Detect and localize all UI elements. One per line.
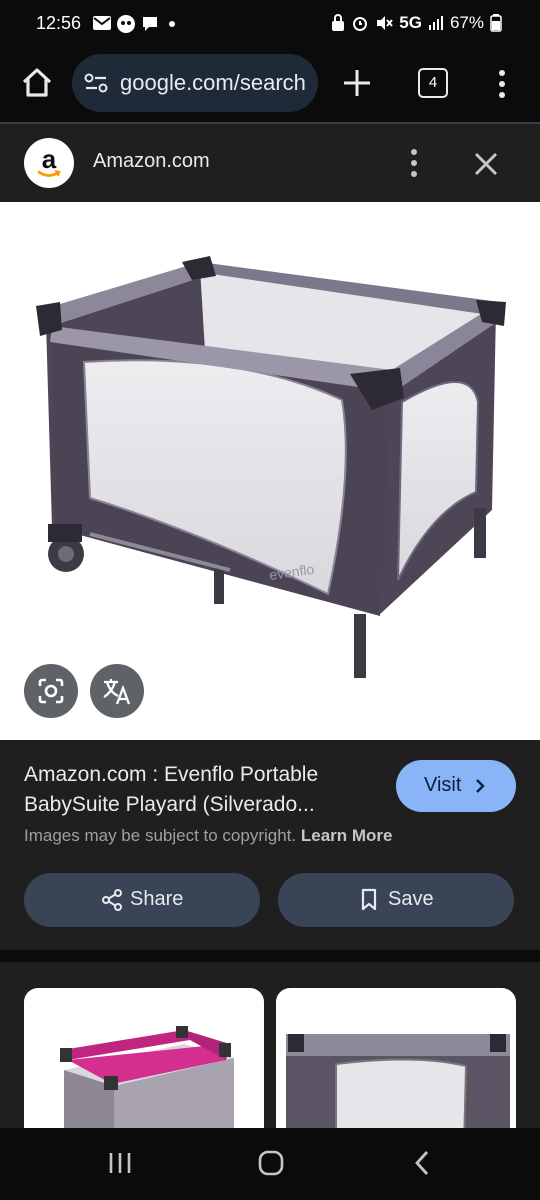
playard-illustration: evenflo xyxy=(36,256,506,678)
bookmark-icon xyxy=(361,888,377,911)
more-options-icon[interactable] xyxy=(404,146,424,180)
related-images xyxy=(0,962,540,1128)
alarm-icon xyxy=(353,17,368,31)
amazon-logo-icon: a xyxy=(24,138,74,188)
mail-icon xyxy=(93,16,111,30)
close-icon[interactable] xyxy=(470,148,502,180)
chat-icon xyxy=(143,17,157,31)
battery-label: 67% xyxy=(449,13,484,32)
share-button[interactable]: Share xyxy=(24,873,260,927)
home-icon[interactable] xyxy=(16,62,58,104)
system-nav-bar xyxy=(0,1128,540,1200)
visit-button[interactable]: Visit xyxy=(396,760,516,812)
status-right: 5G 67% xyxy=(331,13,502,33)
status-time: 12:56 xyxy=(36,13,82,33)
tab-switcher-button[interactable]: 4 xyxy=(418,68,448,98)
learn-more-link[interactable]: Learn More xyxy=(301,826,393,845)
overflow-menu-icon[interactable] xyxy=(492,66,512,102)
related-image-card[interactable] xyxy=(24,988,264,1128)
dot-icon xyxy=(169,21,175,27)
translate-button[interactable] xyxy=(90,664,144,718)
result-info: Amazon.com : Evenflo Portable BabySuite … xyxy=(0,740,540,950)
section-gap xyxy=(0,950,540,962)
back-nav-icon[interactable] xyxy=(410,1148,434,1178)
product-image[interactable]: evenflo xyxy=(0,202,540,740)
browser-toolbar: google.com/search 4 xyxy=(0,48,540,122)
save-button[interactable]: Save xyxy=(278,873,514,927)
wrestling-app-icon xyxy=(117,15,135,33)
recent-apps-icon[interactable] xyxy=(106,1150,134,1176)
lens-search-button[interactable] xyxy=(24,664,78,718)
copyright-note: Images may be subject to copyright. Lear… xyxy=(24,826,393,846)
related-image-pink-playard xyxy=(60,1026,234,1128)
site-name[interactable]: Amazon.com xyxy=(93,150,210,173)
result-header: a Amazon.com xyxy=(0,124,540,202)
visit-label: Visit xyxy=(424,774,462,796)
save-label: Save xyxy=(388,888,434,910)
lens-icon xyxy=(38,678,64,704)
site-settings-icon[interactable] xyxy=(84,72,108,94)
battery-icon xyxy=(490,14,502,32)
signal-icon xyxy=(428,16,443,30)
share-label: Share xyxy=(130,888,184,910)
related-image-card[interactable] xyxy=(276,988,516,1128)
chevron-right-icon xyxy=(476,779,485,793)
share-icon xyxy=(102,889,122,911)
address-bar[interactable]: google.com/search xyxy=(72,54,318,112)
new-tab-icon[interactable] xyxy=(340,62,374,104)
url-text[interactable]: google.com/search xyxy=(120,70,306,96)
status-bar: 12:56 5G 67% xyxy=(0,0,540,48)
product-title[interactable]: Amazon.com : Evenflo Portable BabySuite … xyxy=(24,760,376,820)
mute-icon xyxy=(377,16,394,30)
home-nav-icon[interactable] xyxy=(256,1148,286,1178)
translate-icon xyxy=(103,679,131,705)
copyright-text: Images may be subject to copyright. xyxy=(24,826,297,845)
network-label: 5G xyxy=(399,13,422,32)
lock-icon xyxy=(332,14,345,31)
related-image-gray-playard xyxy=(286,1034,510,1128)
